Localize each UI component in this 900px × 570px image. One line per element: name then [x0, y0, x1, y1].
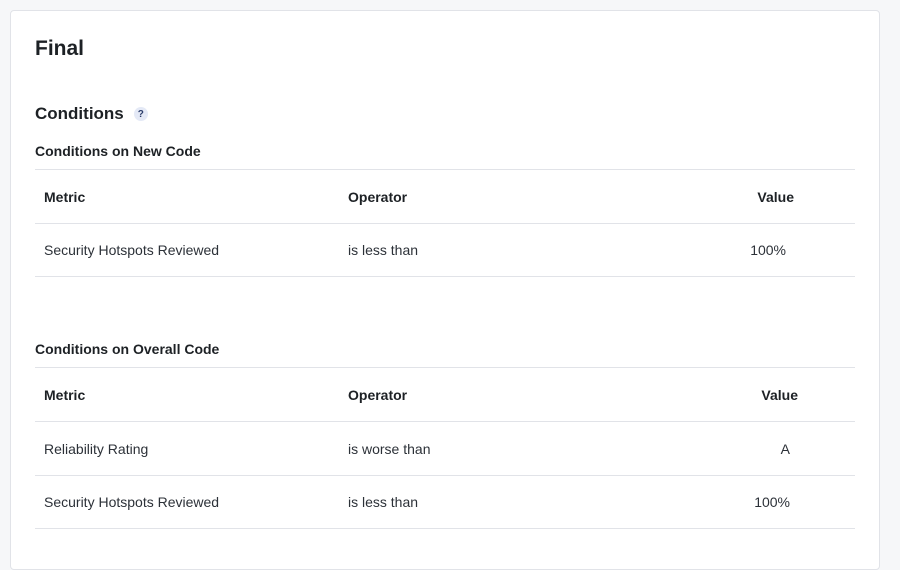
operator-column-header: Operator [348, 188, 408, 205]
table-row: Security Hotspots Reviewed is less than … [35, 475, 855, 529]
table-header-row: Metric Operator Value [35, 169, 855, 223]
value-column-header: Value [757, 188, 794, 205]
conditions-header: Conditions ? [35, 104, 148, 124]
overall-code-conditions-table: Metric Operator Value Reliability Rating… [35, 367, 855, 529]
table-row: Reliability Rating is worse than A [35, 421, 855, 475]
new-code-section-title: Conditions on New Code [35, 143, 201, 159]
metric-cell: Security Hotspots Reviewed [44, 242, 220, 258]
value-cell: 100% [754, 494, 790, 510]
value-cell: A [780, 440, 790, 457]
value-cell: 100% [750, 242, 786, 258]
operator-column-header: Operator [348, 386, 408, 403]
quality-gate-card: Final Conditions ? Conditions on New Cod… [10, 10, 880, 570]
metric-column-header: Metric [44, 386, 86, 403]
operator-cell: is worse than [348, 440, 431, 457]
table-header-row: Metric Operator Value [35, 367, 855, 421]
operator-cell: is less than [348, 494, 419, 510]
new-code-conditions-table: Metric Operator Value Security Hotspots … [35, 169, 855, 277]
overall-code-section-title: Conditions on Overall Code [35, 341, 220, 357]
conditions-title: Conditions [35, 104, 124, 123]
operator-cell: is less than [348, 242, 419, 258]
value-column-header: Value [761, 386, 798, 403]
metric-cell: Security Hotspots Reviewed [44, 494, 220, 510]
metric-cell: Reliability Rating [44, 440, 149, 457]
metric-column-header: Metric [44, 188, 86, 205]
help-icon[interactable]: ? [133, 107, 148, 121]
table-row: Security Hotspots Reviewed is less than … [35, 223, 855, 277]
page-title: Final [35, 37, 85, 60]
